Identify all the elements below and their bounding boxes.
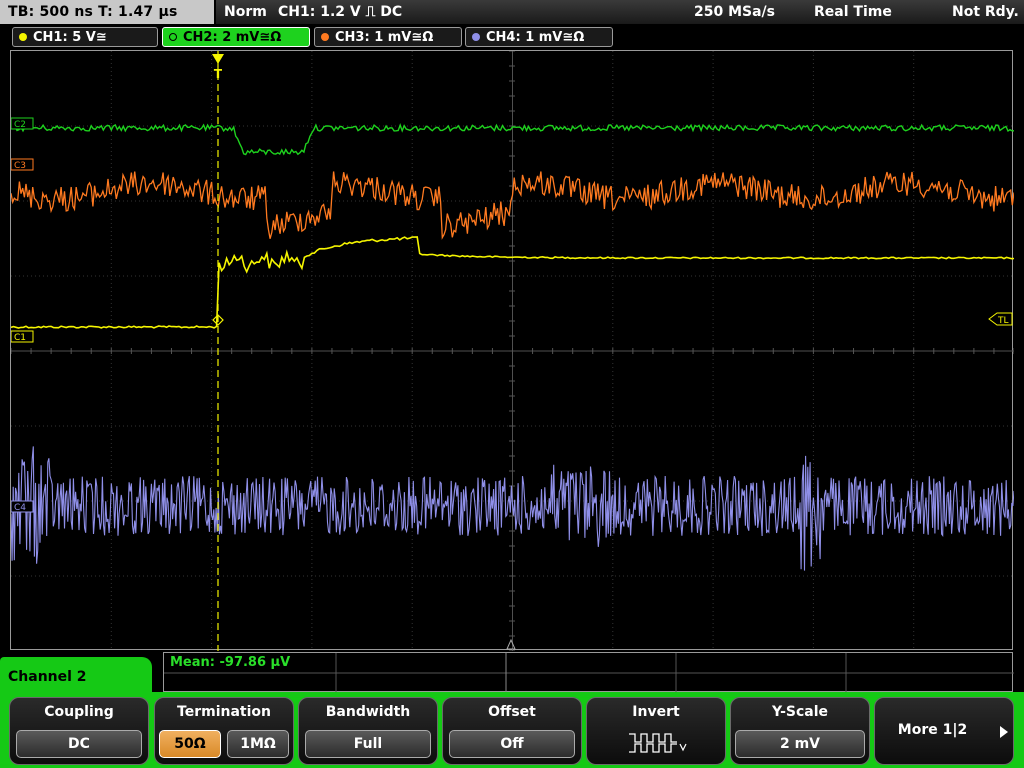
- ch2-marker-label: C2: [14, 120, 26, 130]
- channel-tab-ch2[interactable]: CH2: 2 mV≅Ω: [162, 27, 310, 47]
- trigger-mode[interactable]: Norm: [224, 0, 267, 24]
- channel-tab-ch4[interactable]: CH4: 1 mV≅Ω: [465, 27, 613, 47]
- y-scale-softkey[interactable]: Y-Scale 2 mV: [730, 697, 870, 765]
- channel-tab-ch3[interactable]: CH3: 1 mV≅Ω: [314, 27, 462, 47]
- trigger-state: Not Rdy.: [952, 4, 1019, 20]
- bandwidth-value[interactable]: Full: [305, 730, 431, 758]
- channel-tab-label: CH1: 5 V≅: [33, 30, 107, 45]
- trigger-level-marker: TL: [988, 312, 1013, 326]
- waveform-display[interactable]: T C2 C3 C1 C4 TL: [10, 50, 1014, 651]
- invert-waveform-icon: [629, 733, 687, 753]
- trigger-position-label: T: [214, 67, 223, 81]
- invert-label: Invert: [632, 704, 680, 720]
- measurement-grid: [164, 653, 1014, 693]
- measurement-panel[interactable]: Mean: -97.86 µV: [163, 652, 1014, 693]
- coupling-label: Coupling: [44, 704, 114, 720]
- coupling-value[interactable]: DC: [16, 730, 142, 758]
- timebase-readout[interactable]: TB: 500 ns T: 1.47 µs: [0, 0, 214, 24]
- termination-50-ohm[interactable]: 50Ω: [159, 730, 221, 758]
- acquisition-status: Norm CH1: 1.2 V ⎍ DC 250 MSa/s Real Time…: [216, 0, 1024, 24]
- menu-title: Channel 2: [0, 657, 152, 697]
- bandwidth-label: Bandwidth: [325, 704, 411, 720]
- chevron-right-icon: [1000, 726, 1008, 738]
- ch3-color-dot: [321, 33, 329, 41]
- trigger-level-label: TL: [997, 316, 1009, 326]
- ch4-ground-marker: C4: [11, 500, 34, 513]
- bandwidth-softkey[interactable]: Bandwidth Full: [298, 697, 438, 765]
- more-softkey[interactable]: More 1|2: [874, 697, 1014, 765]
- ch3-marker-label: C3: [14, 161, 26, 171]
- ch2-ground-marker: C2: [11, 117, 34, 130]
- ch1-color-dot: [19, 33, 27, 41]
- invert-softkey[interactable]: Invert: [586, 697, 726, 765]
- termination-label: Termination: [177, 704, 271, 720]
- offset-softkey[interactable]: Offset Off: [442, 697, 582, 765]
- channel-tab-label: CH3: 1 mV≅Ω: [335, 30, 434, 45]
- y-scale-label: Y-Scale: [771, 704, 828, 720]
- termination-1-megohm[interactable]: 1MΩ: [227, 730, 289, 758]
- ch4-color-dot: [472, 33, 480, 41]
- coupling-softkey[interactable]: Coupling DC: [9, 697, 149, 765]
- offset-label: Offset: [488, 704, 536, 720]
- sample-rate: 250 MSa/s: [694, 4, 776, 20]
- trigger-source[interactable]: CH1: 1.2 V ⎍ DC: [278, 0, 402, 24]
- channel-tab-label: CH2: 2 mV≅Ω: [183, 30, 282, 45]
- more-label: More 1|2: [897, 722, 968, 738]
- ch1-ground-marker: C1: [11, 330, 34, 343]
- graticule-grid: [11, 51, 1014, 651]
- waveform-canvas: T C2 C3 C1 C4 TL: [11, 51, 1014, 651]
- horizontal-position-icon: [506, 638, 516, 650]
- offset-value[interactable]: Off: [449, 730, 575, 758]
- acquisition-mode: Real Time: [814, 4, 892, 20]
- channel-tab-label: CH4: 1 mV≅Ω: [486, 30, 585, 45]
- ch3-ground-marker: C3: [11, 158, 34, 171]
- top-status-bar: TB: 500 ns T: 1.47 µs Norm CH1: 1.2 V ⎍ …: [0, 0, 1024, 26]
- ch2-color-dot: [169, 33, 177, 41]
- termination-softkey[interactable]: Termination 50Ω 1MΩ: [154, 697, 294, 765]
- trigger-position-icon: [212, 54, 224, 64]
- channel-tab-ch1[interactable]: CH1: 5 V≅: [12, 27, 158, 47]
- y-scale-value[interactable]: 2 mV: [735, 730, 865, 758]
- ch1-marker-label: C1: [14, 333, 26, 343]
- ch4-marker-label: C4: [14, 503, 26, 513]
